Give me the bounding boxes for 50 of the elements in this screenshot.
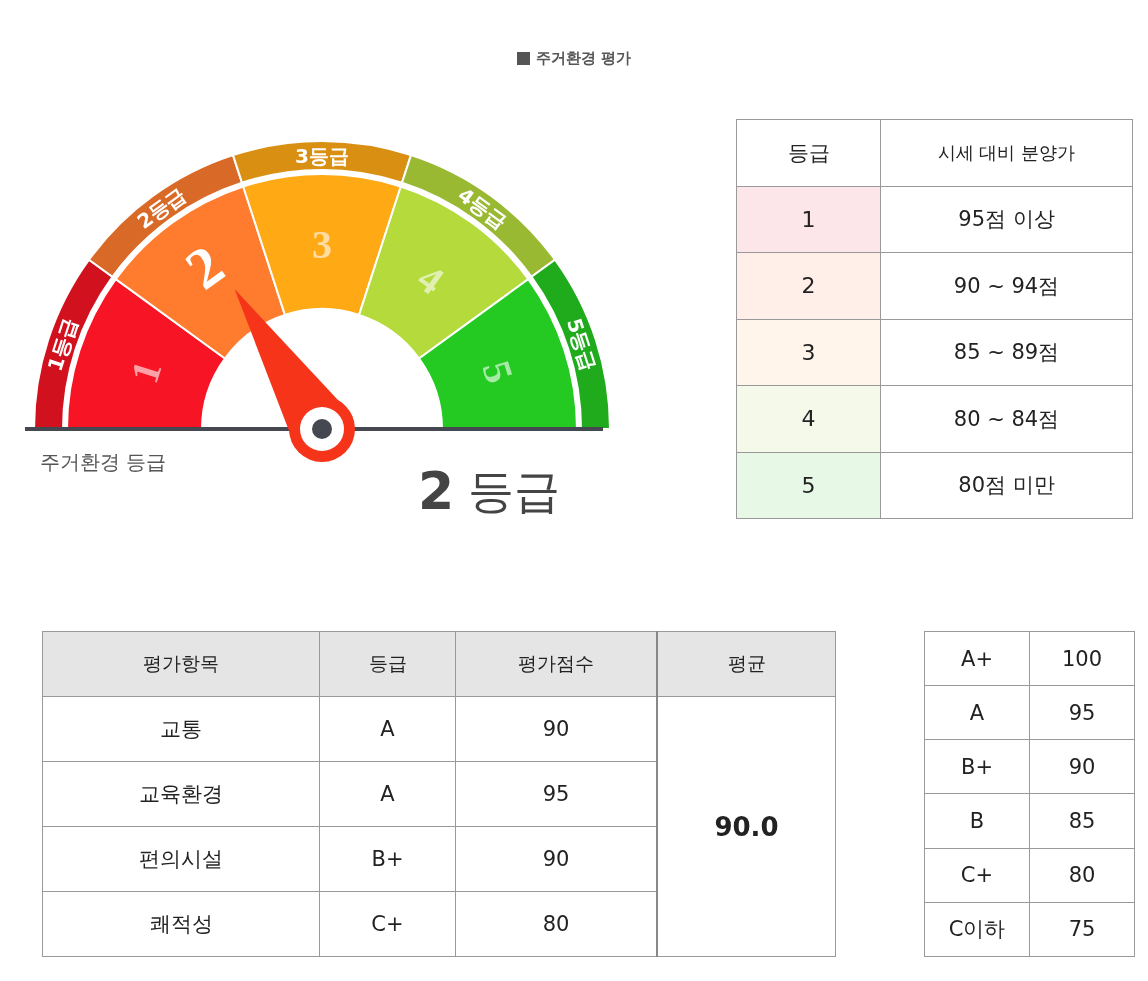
- table-cell: C+: [924, 848, 1030, 903]
- table-cell: 90: [1029, 739, 1135, 794]
- table-cell: 95: [1029, 685, 1135, 740]
- table-cell: 85 ~ 89점: [880, 319, 1133, 386]
- column-header: 등급: [736, 119, 881, 186]
- table-cell: A: [319, 696, 456, 762]
- table-cell: 편의시설: [42, 826, 320, 892]
- table-cell: 95점 이상: [880, 186, 1133, 253]
- grade-cell: 5: [736, 452, 881, 519]
- table-cell: 80: [1029, 848, 1135, 903]
- band-label: 5등급: [561, 315, 602, 374]
- table-cell: A: [319, 761, 456, 827]
- table-cell: 100: [1029, 631, 1135, 686]
- table-cell: A: [924, 685, 1030, 740]
- segment-number: 4: [409, 255, 453, 304]
- table-cell: 교통: [42, 696, 320, 762]
- grade-cell: 4: [736, 385, 881, 452]
- segment-number: 5: [473, 355, 523, 389]
- table-cell: 교육환경: [42, 761, 320, 827]
- table-cell: 85: [1029, 793, 1135, 849]
- section-title: 주거환경 평가: [535, 48, 632, 68]
- segment-number: 2: [173, 232, 236, 302]
- square-icon: [516, 51, 530, 65]
- table-cell: 75: [1029, 902, 1135, 957]
- band-label: 1등급: [42, 315, 83, 374]
- table-cell: A+: [924, 631, 1030, 686]
- table-cell: C이하: [924, 902, 1030, 957]
- band-label: 3등급: [295, 144, 349, 168]
- gauge-label: 주거환경 등급: [40, 450, 167, 474]
- column-header: 평가점수: [455, 631, 657, 697]
- column-header: 시세 대비 분양가: [880, 119, 1133, 186]
- table-cell: B+: [924, 739, 1030, 794]
- table-cell: C+: [319, 891, 456, 957]
- grade-cell: 3: [736, 319, 881, 386]
- grade-cell: 2: [736, 252, 881, 319]
- table-cell: 90 ~ 94점: [880, 252, 1133, 319]
- table-cell: 80점 미만: [880, 452, 1133, 519]
- grade-cell: 1: [736, 186, 881, 253]
- column-header: 평가항목: [42, 631, 320, 697]
- segment-number: 1: [121, 355, 171, 389]
- table-cell: B: [924, 793, 1030, 849]
- column-header: 평균: [657, 631, 836, 697]
- result-unit: 등급: [468, 464, 560, 518]
- table-cell: B+: [319, 826, 456, 892]
- table-cell: 80 ~ 84점: [880, 385, 1133, 452]
- table-cell: 쾌적성: [42, 891, 320, 957]
- column-header: 등급: [319, 631, 456, 697]
- result-grade: 2: [418, 461, 455, 519]
- segment-number: 3: [312, 221, 332, 267]
- average-cell: 90.0: [657, 696, 836, 957]
